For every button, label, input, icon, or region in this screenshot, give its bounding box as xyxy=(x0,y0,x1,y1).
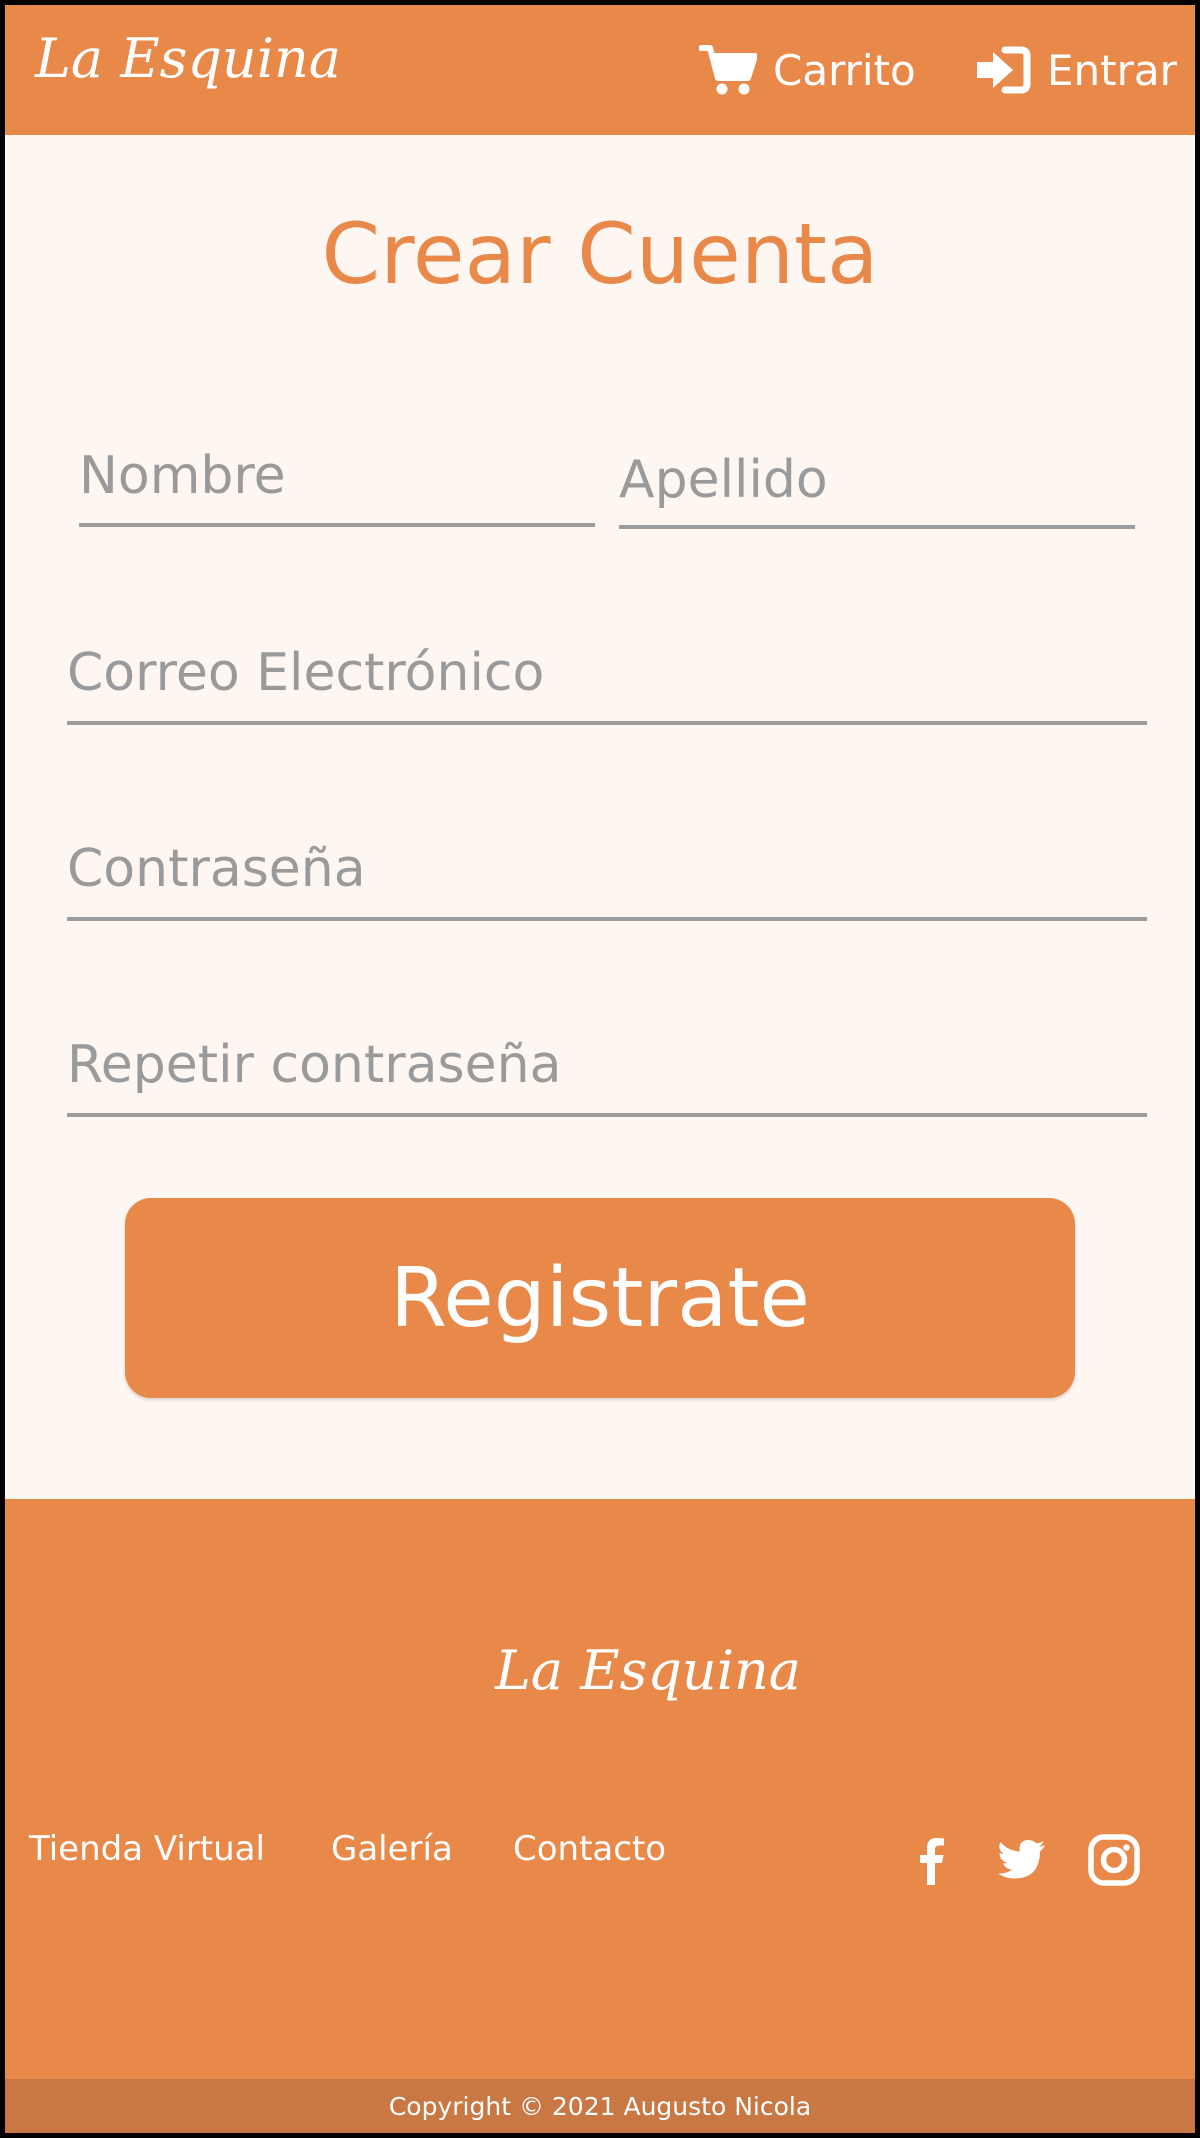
repeat-password-field[interactable] xyxy=(67,1025,1147,1117)
sign-in-icon xyxy=(973,44,1047,96)
last-name-field[interactable] xyxy=(619,443,1135,529)
first-name-field[interactable] xyxy=(79,437,595,527)
footer-link-contacto[interactable]: Contacto xyxy=(513,1829,666,1869)
brand-logo[interactable]: La Esquina xyxy=(35,27,341,90)
copyright-bar: Copyright © 2021 Augusto Nicola xyxy=(5,2079,1195,2133)
page-title: Crear Cuenta xyxy=(321,205,879,303)
register-button[interactable]: Registrate xyxy=(125,1198,1075,1398)
email-field[interactable] xyxy=(67,633,1147,725)
copyright-text: Copyright © 2021 Augusto Nicola xyxy=(388,2091,812,2121)
footer-logo[interactable]: La Esquina xyxy=(495,1639,801,1702)
facebook-icon[interactable] xyxy=(905,1833,959,1887)
twitter-icon[interactable] xyxy=(995,1833,1049,1887)
nav-cart-link[interactable]: Carrito xyxy=(699,5,916,135)
instagram-icon[interactable] xyxy=(1087,1833,1141,1887)
footer: La Esquina Tienda Virtual Galería Contac… xyxy=(5,1499,1195,2079)
page: La Esquina Carrito Entrar Crear Cuenta N… xyxy=(5,5,1195,2133)
cart-icon xyxy=(699,44,773,96)
footer-link-galeria[interactable]: Galería xyxy=(331,1829,453,1869)
password-field[interactable] xyxy=(67,829,1147,921)
nav-cart-label: Carrito xyxy=(773,45,916,95)
footer-link-tienda-virtual[interactable]: Tienda Virtual xyxy=(29,1829,265,1869)
nav-login-link[interactable]: Entrar xyxy=(973,5,1177,135)
top-navbar: La Esquina Carrito Entrar xyxy=(5,5,1195,135)
nav-login-label: Entrar xyxy=(1047,45,1177,95)
